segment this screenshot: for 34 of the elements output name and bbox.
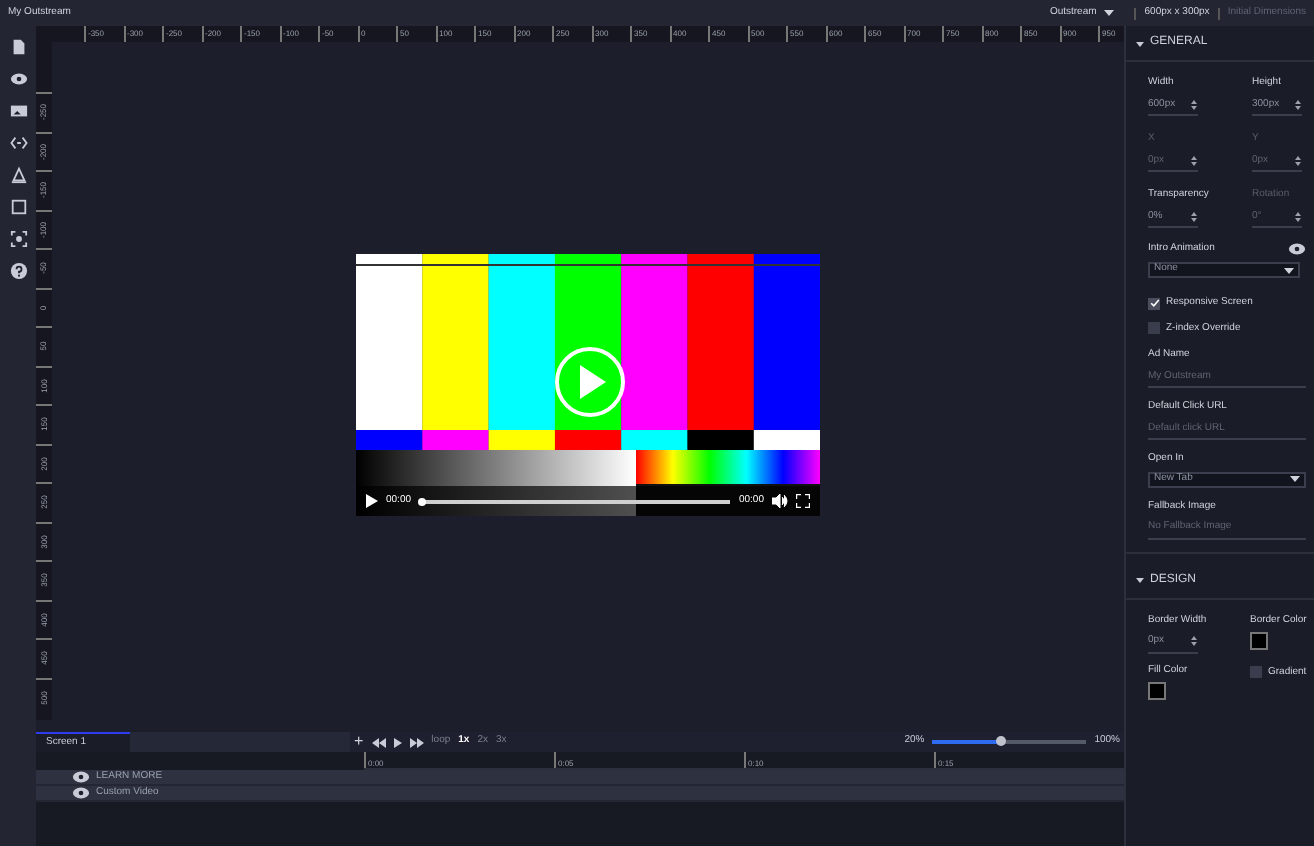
chevron-icon: [1136, 576, 1144, 584]
caret-icon: [1284, 267, 1294, 273]
color-swatch[interactable]: [1250, 632, 1268, 650]
checkbox[interactable]: [1148, 297, 1160, 310]
fast-forward-icon[interactable]: [409, 737, 424, 747]
color-swatch[interactable]: [1148, 682, 1166, 700]
chevron-icon: [1136, 39, 1144, 47]
help-icon[interactable]: [9, 262, 27, 280]
focus-icon[interactable]: [9, 230, 27, 248]
code-icon[interactable]: [9, 134, 27, 152]
volume-icon[interactable]: [772, 494, 788, 508]
caret-icon: [1290, 476, 1300, 482]
play-icon[interactable]: [393, 737, 402, 747]
progress-thumb[interactable]: [417, 497, 426, 505]
text-icon[interactable]: [9, 166, 27, 184]
eye-icon[interactable]: [72, 768, 90, 786]
checkbox[interactable]: [1148, 322, 1160, 335]
spinner-icon[interactable]: [1190, 97, 1198, 112]
eye-icon[interactable]: [1288, 240, 1306, 258]
checkbox[interactable]: [1250, 665, 1262, 677]
eye-icon[interactable]: [9, 70, 27, 88]
image-icon[interactable]: [9, 102, 27, 120]
square-icon[interactable]: [9, 198, 27, 216]
spinner-icon[interactable]: [1190, 209, 1198, 224]
spinner-icon[interactable]: [1294, 97, 1302, 112]
rewind-icon[interactable]: [371, 737, 386, 747]
eye-icon[interactable]: [72, 784, 90, 802]
spinner-icon[interactable]: [1190, 634, 1198, 649]
fullscreen-icon[interactable]: [796, 494, 810, 508]
file-icon[interactable]: [9, 38, 27, 56]
play-icon[interactable]: [366, 494, 378, 508]
slider-thumb[interactable]: [996, 736, 1007, 746]
caret-icon: [1104, 10, 1115, 16]
add-button[interactable]: +: [354, 732, 364, 752]
